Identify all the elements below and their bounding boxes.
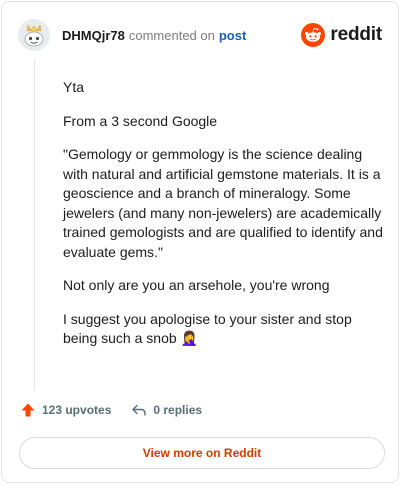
reddit-snoo-icon [301,23,326,47]
upvote-action[interactable]: 123 upvotes [20,402,111,418]
comment-body: Yta From a 3 second Google "Gemology or … [63,78,383,363]
post-link[interactable]: post [219,28,246,43]
embed-card: DHMQjr78 commented on post reddit Yta Fr… [1,1,399,483]
comment-paragraph: I suggest you apologise to your sister a… [63,310,352,347]
comment-actions: 123 upvotes 0 replies [20,402,222,418]
comment-paragraph: Yta [63,79,85,95]
username-link[interactable]: DHMQjr78 [62,28,125,43]
upvote-count: 123 upvotes [42,403,112,417]
view-more-button[interactable]: View more on Reddit [19,437,385,469]
comment-meta: DHMQjr78 commented on post [62,28,246,43]
comment-paragraph: Not only are you an arsehole, you're wro… [63,277,330,293]
thread-line [34,60,35,390]
reply-action[interactable]: 0 replies [131,402,202,418]
comment-paragraph: "Gemology or gemmology is the science de… [63,146,383,260]
commented-on-label: commented on [128,27,215,43]
comment-header: DHMQjr78 commented on post reddit [18,18,382,52]
reddit-logo[interactable]: reddit [301,23,382,47]
comment-paragraph: From a 3 second Google [63,112,218,129]
reply-count: 0 replies [153,403,203,417]
reddit-wordmark: reddit [330,24,382,45]
upvote-arrow-icon [21,403,35,417]
reply-arrow-icon [132,404,147,416]
snoo-avatar-icon [18,19,50,51]
avatar[interactable] [18,19,50,51]
